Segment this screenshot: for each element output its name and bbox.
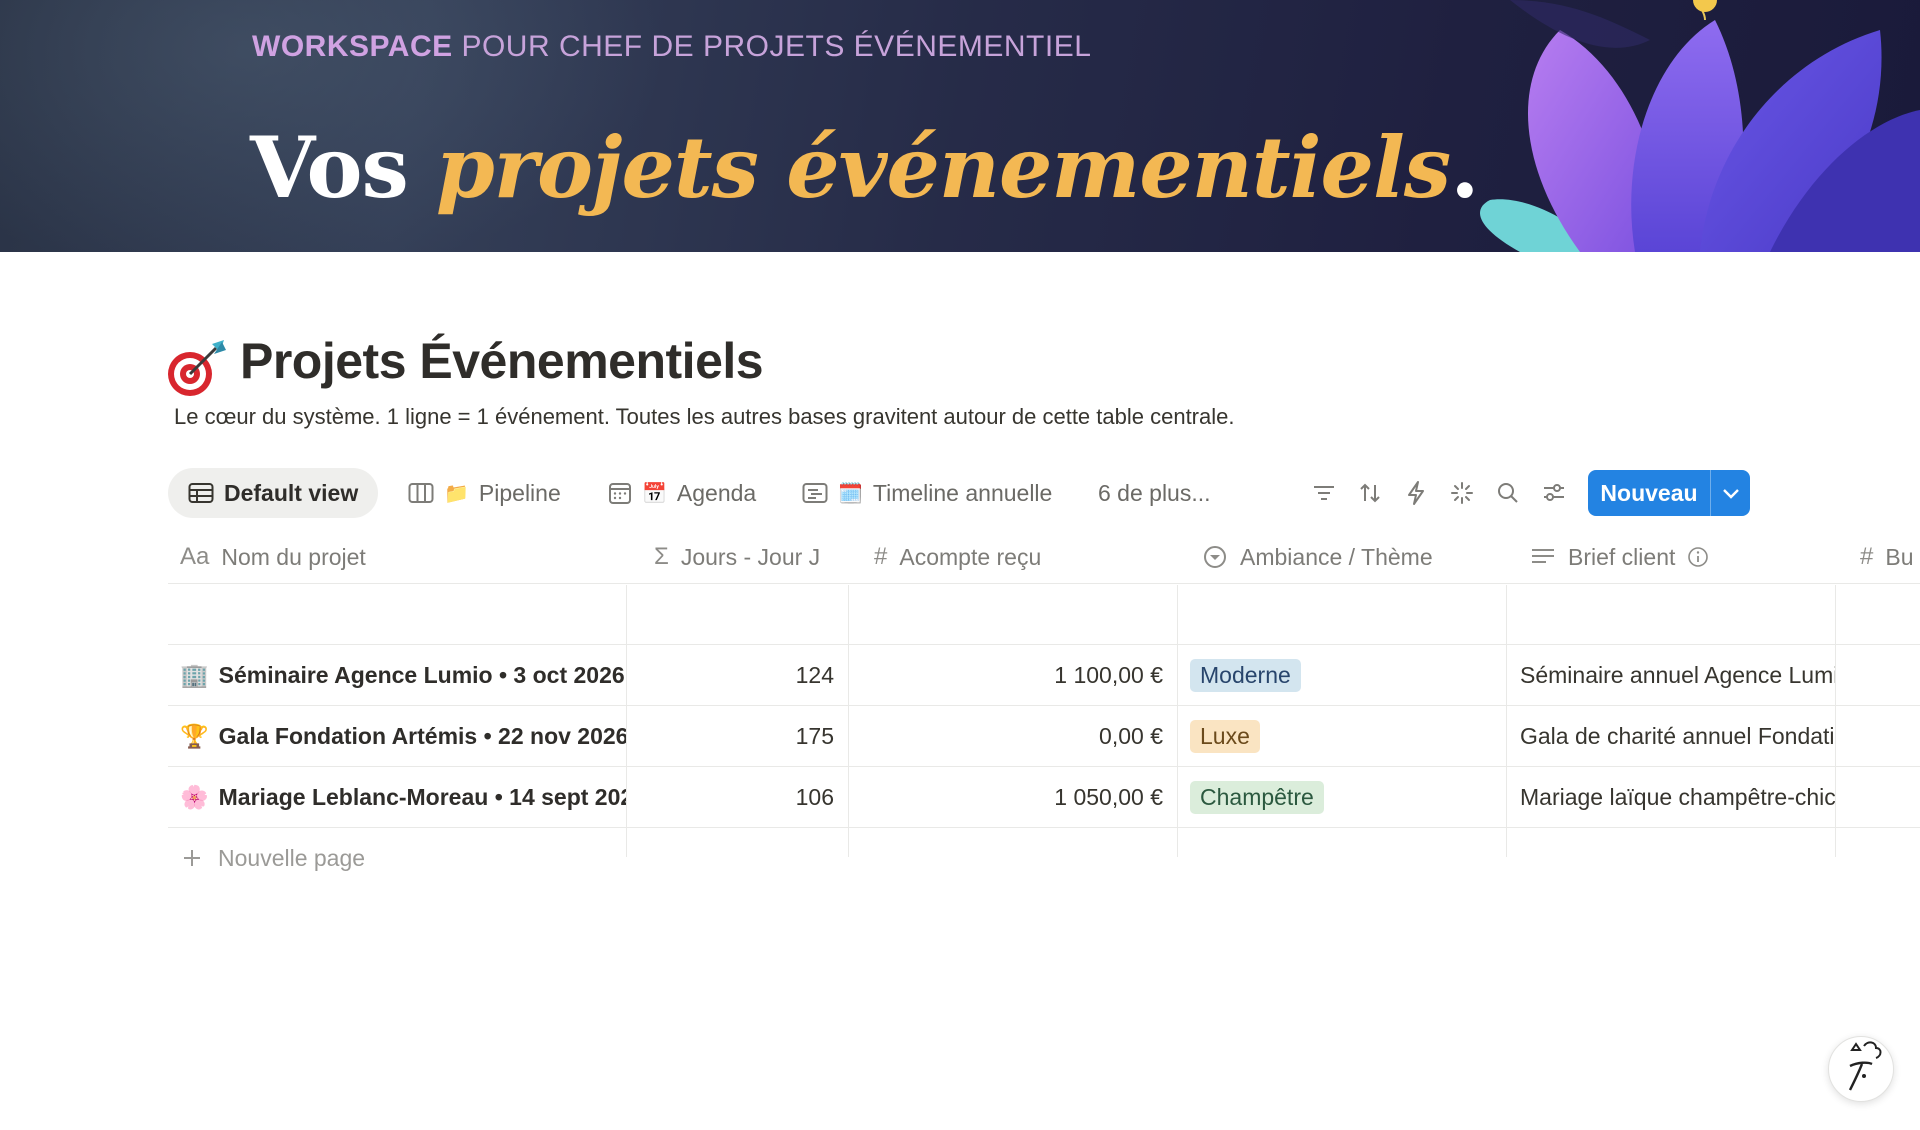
column-label: Acompte reçu <box>899 543 1042 570</box>
column-header-jours-jour-j[interactable]: Σ Jours - Jour J <box>642 530 820 584</box>
timeline-icon <box>802 483 828 503</box>
tab-timeline-annuelle[interactable]: 🗓️ Timeline annuelle <box>782 468 1072 518</box>
days-cell[interactable]: 175 <box>627 706 848 766</box>
theme-cell[interactable]: Luxe <box>1190 706 1506 766</box>
column-header-nom-du-projet[interactable]: Aa Nom du projet <box>168 530 366 584</box>
cherry-blossom-icon: 🌸 <box>180 783 209 810</box>
search-icon[interactable] <box>1494 479 1522 507</box>
deposit-cell[interactable]: 1 050,00 € <box>849 767 1177 827</box>
info-icon[interactable] <box>1687 546 1709 568</box>
brief-cell[interactable]: Gala de charité annuel Fondation Artémis <box>1520 706 1835 766</box>
brief-cell[interactable]: Mariage laïque champêtre-chic <box>1520 767 1835 827</box>
office-building-icon: 🏢 <box>180 661 209 688</box>
text-property-icon: Aa <box>180 543 210 570</box>
brief-cell[interactable]: Séminaire annuel Agence Lumio <box>1520 645 1835 705</box>
column-label: Bu <box>1885 543 1914 570</box>
project-name-cell[interactable]: 🏢 Séminaire Agence Lumio • 3 oct 2026 <box>180 645 626 705</box>
theme-tag: Luxe <box>1190 719 1260 753</box>
target-dart-icon[interactable] <box>164 338 228 398</box>
tab-agenda[interactable]: 📅 Agenda <box>588 468 776 518</box>
view-toolbar: Default view 📁 Pipeline 📅 Agenda 🗓️ Time… <box>168 468 1768 518</box>
row-divider <box>168 827 1920 828</box>
project-name-cell[interactable]: 🌸 Mariage Leblanc-Moreau • 14 sept 2026 <box>180 767 626 827</box>
project-name: Séminaire Agence Lumio • 3 oct 2026 <box>218 661 625 688</box>
table-header: Aa Nom du projet Σ Jours - Jour J # Acom… <box>168 530 1920 584</box>
cover-banner: WORKSPACE POUR CHEF DE PROJETS ÉVÉNEMENT… <box>0 0 1920 252</box>
settings-sliders-icon[interactable] <box>1540 479 1568 507</box>
page-title: Projets Événementiels <box>240 333 764 389</box>
column-header-budget[interactable]: # Bu <box>1848 530 1914 584</box>
project-name: Mariage Leblanc-Moreau • 14 sept 2026 <box>218 783 626 810</box>
help-assistant-button[interactable] <box>1828 1036 1894 1102</box>
calendar-icon <box>609 483 631 504</box>
lightning-automation-icon[interactable] <box>1402 479 1430 507</box>
column-header-brief-client[interactable]: Brief client <box>1518 530 1709 584</box>
plus-icon <box>184 850 200 866</box>
number-icon: # <box>874 543 888 570</box>
theme-tag: Moderne <box>1190 658 1301 692</box>
tab-label: Timeline annuelle <box>872 479 1053 506</box>
table-icon <box>188 483 214 503</box>
sparkle-ai-icon[interactable] <box>1448 479 1476 507</box>
sort-icon[interactable] <box>1356 479 1384 507</box>
table-row[interactable]: 🏢 Séminaire Agence Lumio • 3 oct 2026 12… <box>168 645 1920 705</box>
lotus-flower-illustration <box>1480 0 1920 252</box>
assistant-face-icon <box>1848 1041 1882 1091</box>
tab-label: Agenda <box>676 479 757 506</box>
filter-icon[interactable] <box>1310 479 1338 507</box>
table-row[interactable]: 🌸 Mariage Leblanc-Moreau • 14 sept 2026 … <box>168 767 1920 827</box>
tab-label: Pipeline <box>478 479 561 506</box>
column-header-ambiance-theme[interactable]: Ambiance / Thème <box>1190 530 1433 584</box>
select-icon <box>1202 544 1228 570</box>
column-label: Jours - Jour J <box>680 543 821 570</box>
trophy-icon: 🏆 <box>180 722 209 749</box>
days-cell[interactable]: 106 <box>627 767 848 827</box>
spiral-calendar-emoji-icon: 🗓️ <box>838 482 863 505</box>
project-name: Gala Fondation Artémis • 22 nov 2026 <box>218 722 626 749</box>
tab-label: Default view <box>224 479 359 506</box>
formula-icon: Σ <box>654 543 669 570</box>
more-views-button[interactable]: 6 de plus... <box>1078 468 1231 518</box>
project-name-cell[interactable]: 🏆 Gala Fondation Artémis • 22 nov 2026 <box>180 706 626 766</box>
theme-tag: Champêtre <box>1190 780 1324 814</box>
column-label: Ambiance / Thème <box>1240 543 1433 570</box>
table-row[interactable]: 🏆 Gala Fondation Artémis • 22 nov 2026 1… <box>168 706 1920 766</box>
calendar-emoji-icon: 📅 <box>642 482 667 505</box>
banner-kicker: WORKSPACE POUR CHEF DE PROJETS ÉVÉNEMENT… <box>252 30 1092 63</box>
days-cell[interactable]: 124 <box>627 645 848 705</box>
number-icon: # <box>1860 543 1874 570</box>
deposit-cell[interactable]: 1 100,00 € <box>849 645 1177 705</box>
text-lines-icon <box>1530 546 1556 568</box>
folder-emoji-icon: 📁 <box>444 482 469 505</box>
new-button[interactable]: Nouveau <box>1588 470 1750 516</box>
theme-cell[interactable]: Champêtre <box>1190 767 1506 827</box>
column-label: Brief client <box>1568 543 1676 570</box>
board-icon <box>408 483 434 503</box>
tab-pipeline[interactable]: 📁 Pipeline <box>388 468 581 518</box>
column-label: Nom du projet <box>221 543 366 570</box>
banner-headline: Vos projets événementiels. <box>250 118 1479 217</box>
deposit-cell[interactable]: 0,00 € <box>849 706 1177 766</box>
new-button-label: Nouveau <box>1600 479 1698 506</box>
chevron-down-icon[interactable] <box>1711 487 1750 499</box>
new-page-button[interactable]: Nouvelle page <box>182 832 365 884</box>
page-description: Le cœur du système. 1 ligne = 1 événemen… <box>174 404 1235 429</box>
column-header-acompte-recu[interactable]: # Acompte reçu <box>862 530 1041 584</box>
theme-cell[interactable]: Moderne <box>1190 645 1506 705</box>
tab-default-view[interactable]: Default view <box>168 468 379 518</box>
new-page-label: Nouvelle page <box>218 844 366 871</box>
